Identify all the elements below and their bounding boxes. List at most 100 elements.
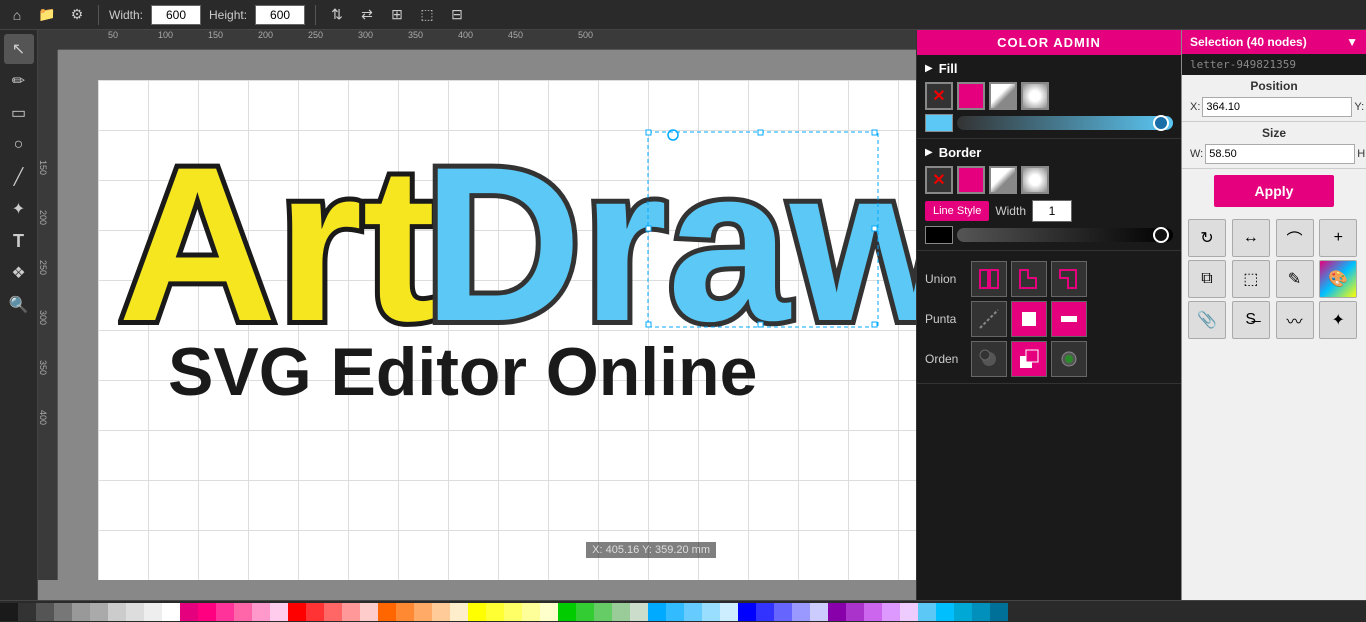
sel-tool-rotate-icon[interactable]: ↻ [1188,219,1226,257]
line-slider-thumb[interactable] [1153,227,1169,243]
color-swatch-54[interactable] [972,603,990,621]
color-swatch-16[interactable] [288,603,306,621]
color-swatch-11[interactable] [198,603,216,621]
color-swatch-32[interactable] [576,603,594,621]
color-swatch-27[interactable] [486,603,504,621]
color-swatch-50[interactable] [900,603,918,621]
sel-tool-select-icon[interactable]: ⬚ [1232,260,1270,298]
color-swatch-22[interactable] [396,603,414,621]
color-swatch-26[interactable] [468,603,486,621]
border-color-swatch[interactable] [957,166,985,194]
color-swatch-8[interactable] [144,603,162,621]
line-slider-track[interactable] [957,228,1173,242]
color-swatch-35[interactable] [630,603,648,621]
color-swatch-25[interactable] [450,603,468,621]
color-swatch-45[interactable] [810,603,828,621]
select-tool[interactable]: ↖ [4,34,34,64]
color-swatch-52[interactable] [936,603,954,621]
color-swatch-14[interactable] [252,603,270,621]
color-swatch-0[interactable] [0,603,18,621]
color-swatch-43[interactable] [774,603,792,621]
union-btn-3[interactable] [1051,261,1087,297]
color-swatch-44[interactable] [792,603,810,621]
color-swatch-28[interactable] [504,603,522,621]
sel-tool-magic-icon[interactable]: ✦ [1319,301,1357,339]
color-swatch-33[interactable] [594,603,612,621]
sel-tool-add-icon[interactable]: + [1319,219,1357,257]
color-swatch-3[interactable] [54,603,72,621]
color-swatch-42[interactable] [756,603,774,621]
border-gradient-swatch[interactable] [989,166,1017,194]
border-none-btn[interactable]: ✕ [925,166,953,194]
punta-btn-2[interactable] [1011,301,1047,337]
canvas-area[interactable]: 50 100 150 200 250 300 350 400 450 500 1… [38,30,916,600]
flip-h-icon[interactable]: ⇄ [356,4,378,26]
color-swatch-53[interactable] [954,603,972,621]
x-input[interactable] [1202,97,1352,117]
punta-btn-3[interactable] [1051,301,1087,337]
color-swatch-36[interactable] [648,603,666,621]
color-swatch-41[interactable] [738,603,756,621]
color-swatch-51[interactable] [918,603,936,621]
color-swatch-20[interactable] [360,603,378,621]
orden-btn-1[interactable] [971,341,1007,377]
w-input[interactable] [1205,144,1355,164]
color-swatch-31[interactable] [558,603,576,621]
fill-slider-track[interactable] [957,116,1173,130]
color-swatch-1[interactable] [18,603,36,621]
color-swatch-29[interactable] [522,603,540,621]
grid-icon[interactable]: ⊟ [446,4,468,26]
sel-tool-flip-h-icon[interactable]: ↔ [1232,219,1270,257]
sel-tool-color-icon[interactable]: 🎨 [1319,260,1357,298]
folder-icon[interactable]: 📁 [36,4,58,26]
color-swatch-47[interactable] [846,603,864,621]
flip-v-icon[interactable]: ⇅ [326,4,348,26]
color-swatch-15[interactable] [270,603,288,621]
orden-btn-2[interactable] [1011,341,1047,377]
pen-tool[interactable]: ✏ [4,66,34,96]
color-swatch-9[interactable] [162,603,180,621]
fill-slider-thumb[interactable] [1153,115,1169,131]
sel-tool-attach-icon[interactable]: 📎 [1188,301,1226,339]
circle-tool[interactable]: ○ [4,130,34,160]
sel-tool-duplicate-icon[interactable]: ⧉ [1188,260,1226,298]
union-btn-1[interactable] [971,261,1007,297]
color-swatch-23[interactable] [414,603,432,621]
apply-button[interactable]: Apply [1214,175,1334,207]
color-swatch-55[interactable] [990,603,1008,621]
shape-tool[interactable]: ❖ [4,258,34,288]
color-swatch-10[interactable] [180,603,198,621]
height-input[interactable] [255,5,305,25]
rect-tool[interactable]: ▭ [4,98,34,128]
gear-icon[interactable]: ⚙ [66,4,88,26]
border-radial-swatch[interactable] [1021,166,1049,194]
home-icon[interactable]: ⌂ [6,4,28,26]
sel-tool-wave-icon[interactable]: 〰 [1276,301,1314,339]
fill-radial-swatch[interactable] [1021,82,1049,110]
line-tool[interactable]: ╱ [4,162,34,192]
color-swatch-5[interactable] [90,603,108,621]
color-swatch-37[interactable] [666,603,684,621]
fill-none-btn[interactable]: ✕ [925,82,953,110]
color-swatch-18[interactable] [324,603,342,621]
color-swatch-7[interactable] [126,603,144,621]
color-swatch-17[interactable] [306,603,324,621]
color-swatch-34[interactable] [612,603,630,621]
color-swatch-19[interactable] [342,603,360,621]
color-swatch-4[interactable] [72,603,90,621]
color-swatch-39[interactable] [702,603,720,621]
orden-btn-3[interactable] [1051,341,1087,377]
color-swatch-48[interactable] [864,603,882,621]
sel-tool-curve-icon[interactable]: ⌒ [1276,219,1314,257]
color-swatch-24[interactable] [432,603,450,621]
fill-color-swatch[interactable] [957,82,985,110]
punta-btn-1[interactable] [971,301,1007,337]
fill-gradient-swatch[interactable] [989,82,1017,110]
width-input[interactable] [1032,200,1072,222]
color-swatch-12[interactable] [216,603,234,621]
sel-tool-edit-icon[interactable]: ✎ [1276,260,1314,298]
node-tool[interactable]: ✦ [4,194,34,224]
color-swatch-21[interactable] [378,603,396,621]
sel-tool-strikethrough-icon[interactable]: S̶ [1232,301,1270,339]
color-swatch-46[interactable] [828,603,846,621]
